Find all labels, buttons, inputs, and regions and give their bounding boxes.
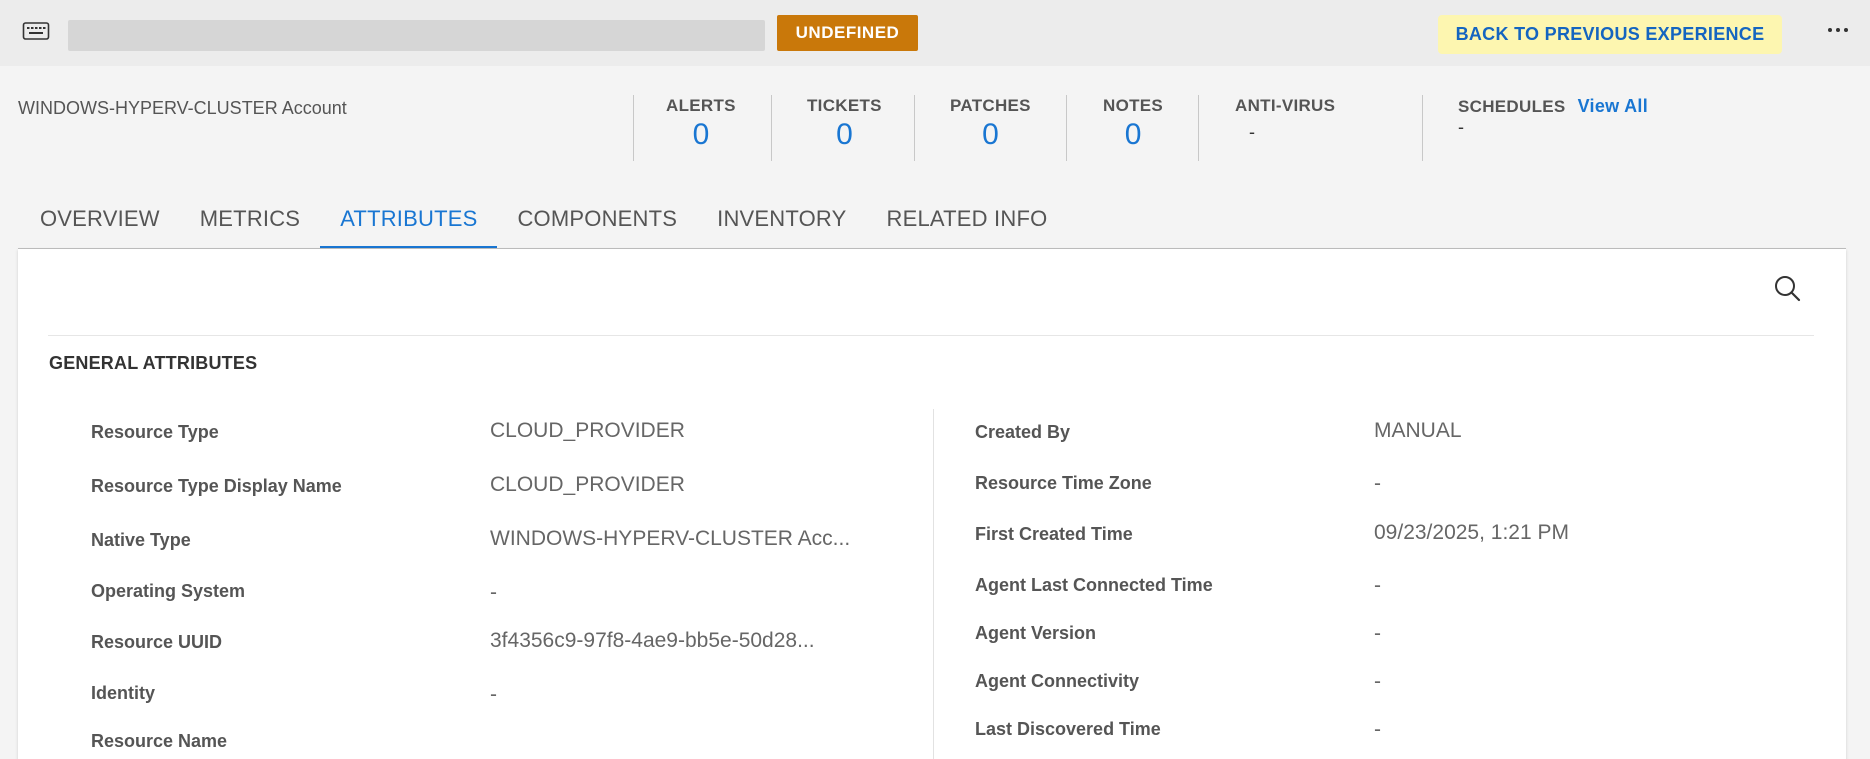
attr-value-agent-version: - bbox=[1374, 622, 1381, 645]
attr-label-resource-name: Resource Name bbox=[91, 731, 228, 751]
top-bar: UNDEFINED BACK TO PREVIOUS EXPERIENCE bbox=[0, 0, 1870, 66]
attr-label-resource-time-zone: Resource Time Zone bbox=[975, 473, 1152, 493]
antivirus-stat: ANTI-VIRUS - bbox=[1235, 96, 1335, 143]
attr-label-last-discovered-time: Last Discovered Time bbox=[975, 719, 1161, 739]
column-divider bbox=[933, 409, 934, 759]
attr-value-agent-last-connected-time: - bbox=[1374, 574, 1381, 597]
attr-label-first-created-time: First Created Time bbox=[975, 524, 1133, 544]
tab-components[interactable]: COMPONENTS bbox=[497, 196, 697, 250]
antivirus-label: ANTI-VIRUS bbox=[1235, 96, 1336, 115]
tickets-count[interactable]: 0 bbox=[807, 118, 882, 152]
search-icon[interactable] bbox=[1772, 273, 1804, 305]
tab-bar: OVERVIEW METRICS ATTRIBUTES COMPONENTS I… bbox=[20, 196, 1067, 250]
attr-value-resource-time-zone: - bbox=[1374, 472, 1381, 495]
keyboard-icon[interactable] bbox=[21, 18, 51, 44]
divider bbox=[771, 95, 772, 161]
attr-label-created-by: Created By bbox=[975, 422, 1071, 442]
attr-label-native-type: Native Type bbox=[91, 530, 191, 550]
attr-value-created-by: MANUAL bbox=[1374, 419, 1462, 442]
tickets-stat[interactable]: TICKETS 0 bbox=[807, 96, 882, 152]
attr-value-identity: - bbox=[490, 683, 497, 706]
tab-attributes[interactable]: ATTRIBUTES bbox=[320, 196, 498, 250]
divider bbox=[1422, 95, 1423, 161]
attr-label-resource-uuid: Resource UUID bbox=[91, 632, 223, 652]
attr-label-agent-last-connected-time: Agent Last Connected Time bbox=[975, 575, 1213, 595]
schedules-header: SCHEDULES View All bbox=[1458, 96, 1648, 117]
view-all-link[interactable]: View All bbox=[1578, 96, 1648, 116]
divider bbox=[914, 95, 915, 161]
attr-value-first-created-time: 09/23/2025, 1:21 PM bbox=[1374, 521, 1569, 544]
divider bbox=[48, 335, 1814, 336]
tab-related-info[interactable]: RELATED INFO bbox=[867, 196, 1068, 250]
attr-value-resource-type: CLOUD_PROVIDER bbox=[490, 419, 685, 442]
section-title: GENERAL ATTRIBUTES bbox=[49, 353, 258, 373]
status-badge: UNDEFINED bbox=[777, 15, 918, 51]
attr-label-resource-type-display-name: Resource Type Display Name bbox=[91, 476, 342, 496]
patches-label: PATCHES bbox=[950, 96, 1031, 115]
attr-value-native-type: WINDOWS-HYPERV-CLUSTER Acc... bbox=[490, 527, 851, 550]
tickets-label: TICKETS bbox=[807, 96, 882, 115]
more-options-icon[interactable] bbox=[1822, 14, 1854, 46]
back-to-previous-experience-button[interactable]: BACK TO PREVIOUS EXPERIENCE bbox=[1438, 15, 1782, 54]
attr-value-resource-type-display-name: CLOUD_PROVIDER bbox=[490, 473, 685, 496]
notes-stat[interactable]: NOTES 0 bbox=[1103, 96, 1163, 152]
alerts-stat[interactable]: ALERTS 0 bbox=[666, 96, 736, 152]
tab-overview[interactable]: OVERVIEW bbox=[20, 196, 180, 250]
attr-label-agent-connectivity: Agent Connectivity bbox=[975, 671, 1140, 691]
schedules-label: SCHEDULES bbox=[1458, 97, 1566, 116]
patches-count[interactable]: 0 bbox=[950, 118, 1031, 152]
resource-name-placeholder bbox=[68, 20, 765, 51]
patches-stat[interactable]: PATCHES 0 bbox=[950, 96, 1031, 152]
attr-value-agent-connectivity: - bbox=[1374, 670, 1381, 693]
attr-value-resource-uuid: 3f4356c9-97f8-4ae9-bb5e-50d28... bbox=[490, 629, 815, 652]
notes-label: NOTES bbox=[1103, 96, 1164, 115]
attr-label-agent-version: Agent Version bbox=[975, 623, 1097, 643]
attr-label-identity: Identity bbox=[91, 683, 156, 703]
divider bbox=[633, 95, 634, 161]
attributes-panel: GENERAL ATTRIBUTES Resource Type CLOUD_P… bbox=[18, 249, 1846, 759]
account-name: WINDOWS-HYPERV-CLUSTER Account bbox=[18, 98, 347, 118]
alerts-label: ALERTS bbox=[666, 96, 736, 115]
divider bbox=[1066, 95, 1067, 161]
attr-value-operating-system: - bbox=[490, 581, 497, 604]
attr-label-resource-type: Resource Type bbox=[91, 422, 219, 442]
divider bbox=[1198, 95, 1199, 161]
alerts-count[interactable]: 0 bbox=[666, 118, 736, 152]
attr-label-operating-system: Operating System bbox=[91, 581, 246, 601]
schedules-value: - bbox=[1458, 117, 1464, 137]
antivirus-value: - bbox=[1249, 122, 1255, 142]
tab-inventory[interactable]: INVENTORY bbox=[697, 196, 866, 250]
notes-count[interactable]: 0 bbox=[1103, 118, 1163, 152]
tab-metrics[interactable]: METRICS bbox=[180, 196, 320, 250]
attr-value-last-discovered-time: - bbox=[1374, 718, 1381, 741]
schedules-stat: SCHEDULES View All - bbox=[1458, 96, 1648, 138]
